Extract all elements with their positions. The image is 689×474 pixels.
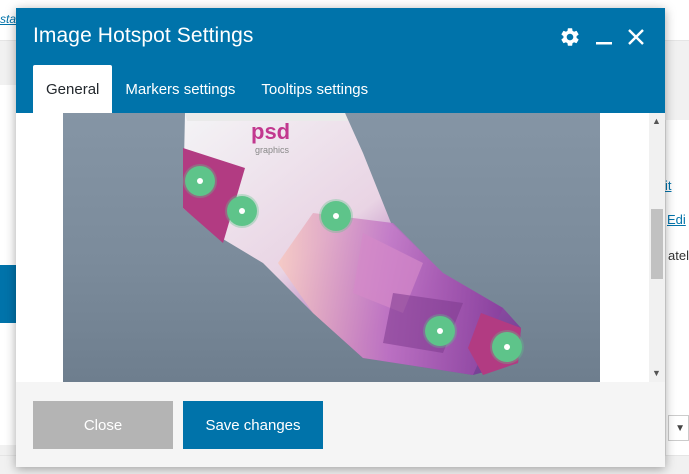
- gear-icon[interactable]: [559, 26, 581, 53]
- background-left-highlight: [0, 265, 16, 323]
- hotspot-marker[interactable]: [227, 196, 257, 226]
- dialog-scrollbar[interactable]: ▲ ▼: [649, 113, 665, 382]
- dialog-tabs: General Markers settings Tooltips settin…: [33, 65, 381, 113]
- hotspot-marker[interactable]: [321, 201, 351, 231]
- tab-tooltips-settings[interactable]: Tooltips settings: [248, 65, 381, 113]
- dialog-footer: Close Save changes: [16, 382, 665, 467]
- minimize-icon[interactable]: [595, 28, 613, 51]
- dialog-body: psd graphics ▲ ▼: [16, 113, 665, 382]
- scroll-down-icon[interactable]: ▼: [652, 368, 661, 378]
- hotspot-marker[interactable]: [492, 332, 522, 362]
- dialog-header-icons: [559, 26, 645, 53]
- close-button[interactable]: Close: [33, 401, 173, 449]
- hotspot-marker[interactable]: [185, 166, 215, 196]
- background-right-text: ately: [668, 248, 689, 263]
- tab-general[interactable]: General: [33, 65, 113, 113]
- brand-logo-subtext: graphics: [255, 145, 290, 155]
- chevron-down-icon: ▼: [675, 422, 685, 434]
- dialog-title: Image Hotspot Settings: [33, 24, 254, 47]
- hotspot-marker[interactable]: [425, 316, 455, 346]
- dialog-header: Image Hotspot Settings General Markers s…: [16, 8, 665, 113]
- save-changes-button[interactable]: Save changes: [183, 401, 323, 449]
- scrollbar-thumb[interactable]: [651, 209, 663, 279]
- tab-markers-settings[interactable]: Markers settings: [112, 65, 248, 113]
- image-hotspot-settings-dialog: Image Hotspot Settings General Markers s…: [16, 8, 665, 467]
- brand-logo-text: psd: [251, 119, 290, 144]
- background-right-panel: [665, 120, 689, 465]
- close-icon[interactable]: [627, 28, 645, 51]
- background-select[interactable]: ▼: [668, 415, 689, 441]
- background-right-link[interactable]: it: [665, 178, 672, 193]
- scroll-up-icon[interactable]: ▲: [652, 116, 661, 126]
- hotspot-image[interactable]: psd graphics: [63, 113, 600, 382]
- background-right-edit-link[interactable]: Edi: [667, 212, 686, 227]
